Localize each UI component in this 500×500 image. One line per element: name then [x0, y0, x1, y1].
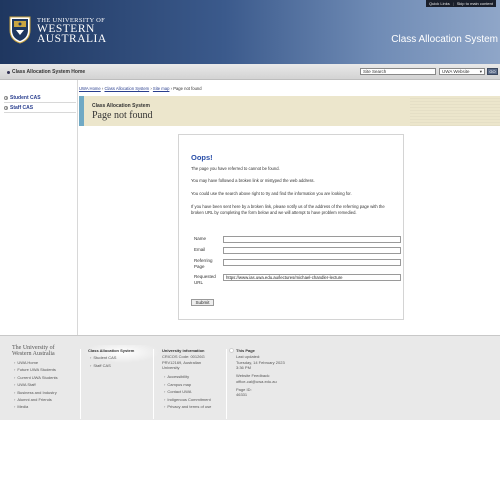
sidebar-item-student-cas[interactable]: Student CAS [4, 93, 76, 103]
email-field[interactable] [223, 247, 401, 254]
footer-info-column: University information CRICOS Code: 0012… [162, 347, 211, 410]
search-scope-value: UWA Website [442, 69, 470, 74]
error-heading: Oops! [191, 153, 213, 162]
site-footer: The University of Western Australia UWA … [0, 335, 500, 420]
arrow-circle-icon [4, 105, 8, 110]
system-home-label: Class Allocation System Home [12, 69, 86, 75]
breadcrumb-class-allocation[interactable]: Class Allocation System [104, 86, 149, 91]
name-label: Name [194, 236, 207, 241]
footer-uni-logo[interactable]: The University of Western Australia [12, 345, 55, 357]
site-search-input[interactable] [360, 68, 436, 75]
search-scope-select[interactable]: UWA Website ▾ [439, 68, 485, 75]
footer-uni-line2: Western Australia [12, 351, 55, 357]
uni-name: WESTERN AUSTRALIA [37, 23, 107, 45]
error-message-2: You may have followed a broken link or m… [191, 178, 315, 183]
title-band-pattern [410, 96, 500, 126]
footer-link[interactable]: Current UWA Students [12, 374, 57, 381]
site-title[interactable]: Class Allocation System [391, 34, 498, 45]
footer-uni-links: UWA Home Future UWA Students Current UWA… [12, 359, 58, 411]
nav-bar: Class Allocation System Home UWA Website… [0, 64, 500, 80]
page-system-name: Class Allocation System [92, 103, 150, 109]
footer-info-line: CRICOS Code: 00126G [162, 354, 205, 360]
email-label: Email [194, 247, 206, 252]
top-links: Quick Links | Skip to main content [426, 0, 496, 7]
breadcrumb: UWA Home › Class Allocation System › Sit… [79, 86, 202, 91]
footer-link[interactable]: UWA Home [12, 359, 58, 366]
page-title-band: Class Allocation System Page not found [79, 96, 500, 126]
name-field[interactable] [223, 236, 401, 243]
breadcrumb-separator: › [170, 86, 173, 91]
footer-link[interactable]: Business and Industry [12, 389, 58, 396]
referring-page-label: Referring Page [194, 258, 213, 269]
footer-divider [226, 349, 227, 419]
breadcrumb-uwa-home[interactable]: UWA Home [79, 86, 101, 91]
bullet-icon [7, 70, 10, 74]
footer-link[interactable]: Media [12, 403, 58, 410]
footer-link[interactable]: Privacy and terms of use [162, 403, 211, 410]
submit-button[interactable]: Submit [191, 299, 214, 306]
referring-page-field[interactable] [223, 259, 401, 266]
breadcrumb-separator: › [150, 86, 152, 91]
top-links-separator: | [452, 1, 454, 6]
page-title: Page not found [92, 110, 153, 121]
footer-link[interactable]: UWA Staff [12, 381, 58, 388]
info-circle-icon [229, 348, 234, 353]
sidebar-item-label: Student CAS [10, 94, 41, 101]
chevron-down-icon: ▾ [479, 68, 482, 74]
footer-divider [153, 349, 154, 419]
footer-link[interactable]: Staff CAS [88, 362, 134, 369]
requested-url-label: Requested URL [194, 274, 216, 285]
footer-cas-heading: Class Allocation System [88, 348, 135, 353]
footer-page-column: This Page Last updated: Tuesday, 14 Febr… [236, 347, 285, 397]
error-panel: Oops! The page you have referred to cann… [178, 134, 404, 320]
skip-to-content-link[interactable]: Skip to main content [457, 1, 493, 6]
search-go-button[interactable]: GO [487, 68, 498, 75]
footer-link[interactable]: Indigenous Commitment [162, 396, 211, 403]
arrow-circle-icon [4, 95, 8, 100]
footer-link[interactable]: Alumni and Friends [12, 396, 58, 403]
sidebar-item-label: Staff CAS [10, 104, 34, 111]
quick-links-link[interactable]: Quick Links [429, 1, 450, 6]
uni-name-line2: AUSTRALIA [37, 33, 107, 45]
footer-link[interactable]: Contact UWA [162, 388, 211, 395]
system-home-link[interactable]: Class Allocation System Home [7, 69, 85, 75]
site-header: Quick Links | Skip to main content THE U… [0, 0, 500, 64]
page-id-value: 46331 [236, 392, 248, 398]
left-sidebar: Student CAS Staff CAS [0, 80, 78, 335]
error-message-1: The page you have referred to cannot be … [191, 166, 280, 171]
breadcrumb-current: Page not found [173, 86, 202, 91]
sidebar-item-staff-cas[interactable]: Staff CAS [4, 103, 76, 113]
footer-divider [80, 349, 81, 419]
footer-link[interactable]: Student CAS [88, 354, 134, 361]
error-message-4: If you have been sent here by a broken l… [191, 204, 385, 215]
error-message-3: You could use the search above right to … [191, 191, 352, 196]
breadcrumb-site-map[interactable]: Site map [153, 86, 170, 91]
footer-link[interactable]: Campus map [162, 381, 211, 388]
footer-info-heading: University information [162, 348, 205, 353]
footer-cas-column: Class Allocation System Student CAS Staf… [88, 347, 134, 369]
requested-url-field[interactable] [223, 274, 401, 281]
footer-link[interactable]: Accessibility [162, 373, 211, 380]
footer-link[interactable]: Future UWA Students [12, 366, 58, 373]
footer-page-heading: This Page [236, 348, 255, 353]
uwa-crest-logo[interactable] [9, 16, 31, 44]
